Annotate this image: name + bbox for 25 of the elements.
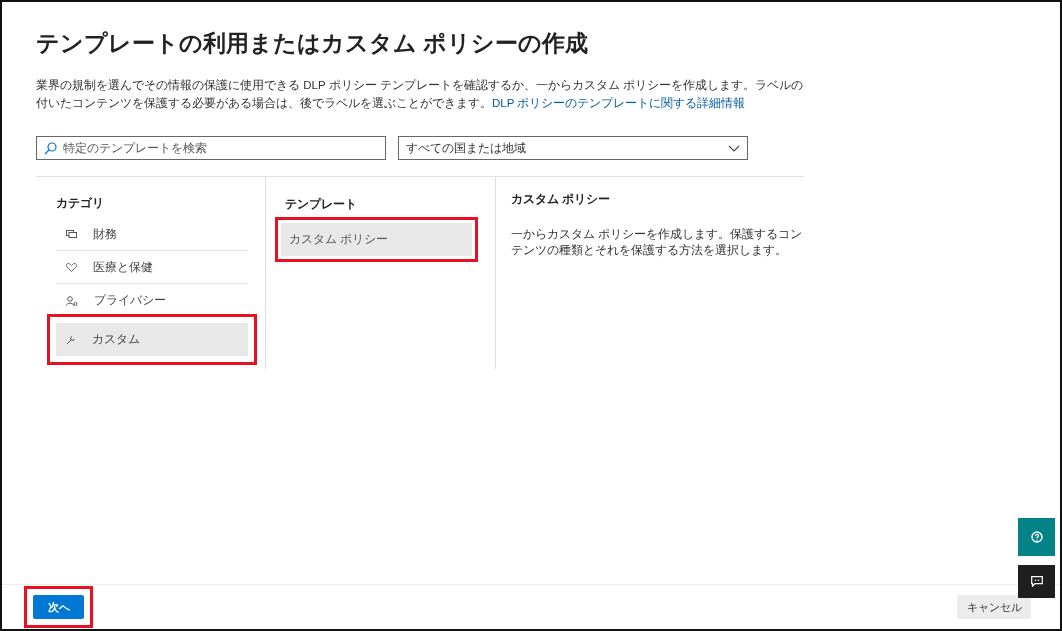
wrench-icon [66, 334, 76, 345]
cards-icon [66, 230, 77, 238]
description-text: 業界の規制を選んでその情報の保護に使用できる DLP ポリシー テンプレートを確認するか、一からカスタム ポリシーを作成します。ラベルの付いたコンテンツを保護する必要がある場合は、後でラベルを選ぶことができます。DLP ポリシーのテンプレートに関する詳細情報 [36, 78, 804, 111]
category-item[interactable]: カスタム [56, 323, 248, 356]
category-heading: カテゴリ [56, 195, 105, 212]
search-field[interactable]: 特定のテンプレートを検索 [36, 136, 386, 160]
template-item[interactable]: カスタム ポリシー [281, 223, 472, 256]
heart-icon [66, 262, 77, 272]
next-button[interactable]: 次へ [33, 595, 84, 619]
category-item[interactable]: 財務 [56, 218, 248, 251]
learn-more-link[interactable]: DLP ポリシーのテンプレートに関する詳細情報 [492, 97, 746, 109]
feedback-button[interactable] [1018, 565, 1055, 598]
category-item[interactable]: プライバシー [56, 284, 248, 317]
help-button[interactable] [1018, 518, 1055, 556]
category-item[interactable]: 医療と保健 [56, 251, 248, 284]
chat-icon [1030, 576, 1043, 587]
page-title: テンプレートの利用またはカスタム ポリシーの作成 [36, 29, 589, 58]
template-heading: テンプレート [285, 196, 358, 213]
person-icon [66, 295, 78, 306]
region-dropdown[interactable]: すべての国または地域 [398, 136, 748, 160]
details-text: 一からカスタム ポリシーを作成します。保護するコンテンツの種類とそれを保護する方法を選択します。 [511, 226, 803, 258]
cancel-button[interactable]: キャンセル [957, 595, 1031, 619]
details-title: カスタム ポリシー [511, 191, 612, 208]
help-icon [1030, 531, 1043, 543]
chevron-down-icon [728, 144, 740, 152]
